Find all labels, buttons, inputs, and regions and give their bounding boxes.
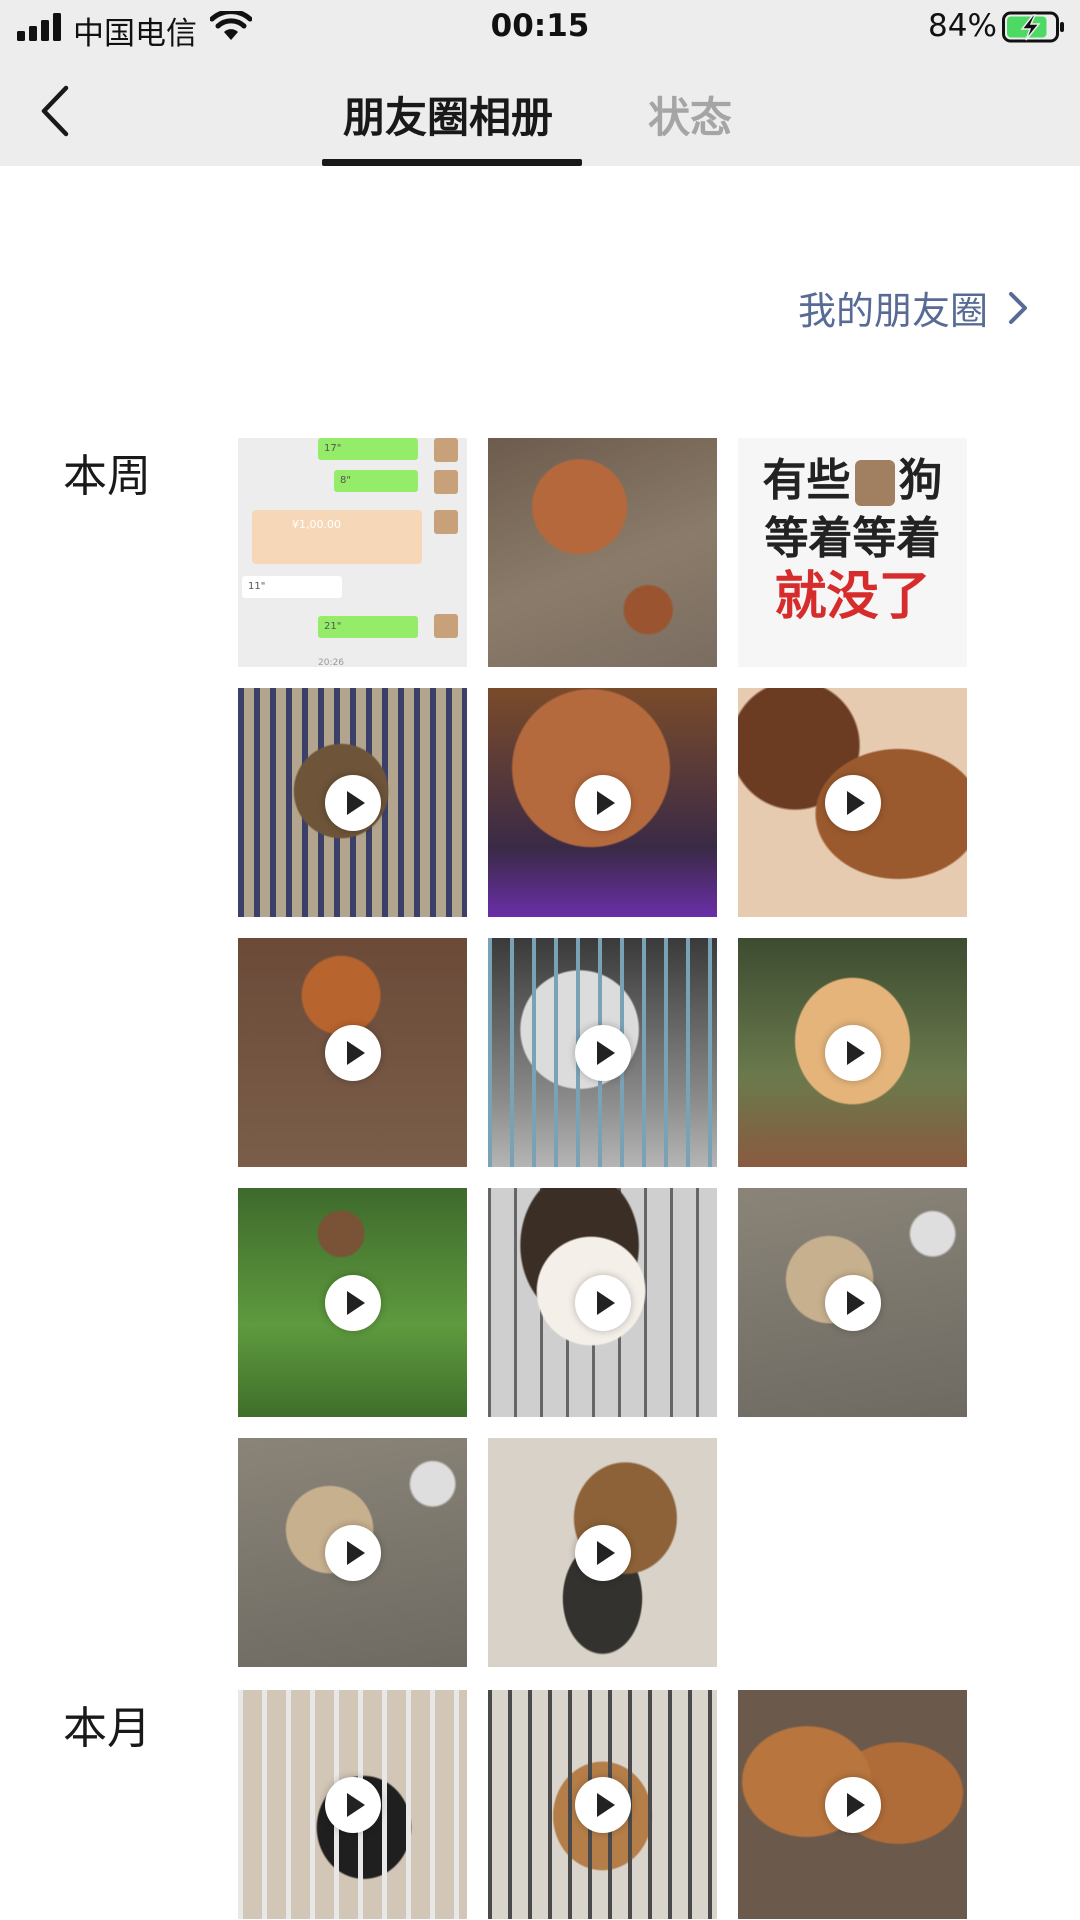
- chat-transfer-card: ¥1,00.00: [252, 510, 422, 564]
- play-icon: [574, 1274, 631, 1331]
- video-thumbnail[interactable]: [488, 938, 717, 1167]
- chat-avatar: [434, 438, 458, 462]
- play-icon: [574, 774, 631, 831]
- video-thumbnail[interactable]: [238, 688, 467, 917]
- navigation-bar: 朋友圈相册 状态: [0, 54, 1080, 166]
- video-thumbnail[interactable]: [488, 1690, 717, 1919]
- video-thumbnail[interactable]: [238, 938, 467, 1167]
- section-label-this-week: 本周: [63, 451, 151, 502]
- play-icon: [824, 774, 881, 831]
- photo-thumbnail[interactable]: [488, 438, 717, 667]
- photo-thumbnail[interactable]: 17" 8" ¥1,00.00 11" 21" 20:26: [238, 438, 467, 667]
- chat-avatar: [434, 614, 458, 638]
- play-icon: [574, 1776, 631, 1833]
- meme-line: 狗: [898, 455, 943, 506]
- play-icon: [824, 1274, 881, 1331]
- meme-line: 有些: [762, 455, 851, 506]
- boot-sticker: [854, 460, 895, 506]
- active-tab-indicator: [322, 159, 582, 166]
- play-icon: [324, 1024, 381, 1081]
- video-thumbnail[interactable]: [738, 938, 967, 1167]
- video-thumbnail[interactable]: [488, 688, 717, 917]
- play-icon: [824, 1024, 881, 1081]
- clock: 00:15: [490, 8, 590, 44]
- play-icon: [824, 1776, 881, 1833]
- play-icon: [324, 1776, 381, 1833]
- status-bar: 中国电信 00:15 84%: [0, 0, 1080, 54]
- section-label-this-month: 本月: [63, 1703, 151, 1754]
- chat-avatar: [434, 510, 458, 534]
- meme-text: 有些狗 等着等着 就没了: [738, 438, 967, 667]
- top-bar: 中国电信 00:15 84% 朋友圈相册 状态: [0, 0, 1080, 166]
- play-icon: [324, 1274, 381, 1331]
- play-icon: [574, 1524, 631, 1581]
- chat-bubble: 8": [334, 470, 418, 492]
- chevron-right-icon: [1009, 291, 1027, 324]
- video-thumbnail[interactable]: [238, 1188, 467, 1417]
- video-thumbnail[interactable]: [738, 688, 967, 917]
- my-moments-link[interactable]: 我的朋友圈: [798, 280, 1030, 335]
- chat-bubble: 17": [318, 438, 418, 460]
- chat-timestamp: 20:26: [318, 658, 344, 667]
- video-thumbnail[interactable]: [488, 1188, 717, 1417]
- meme-line: 就没了: [774, 567, 931, 627]
- meme-line: 等着等着: [764, 513, 941, 564]
- video-thumbnail[interactable]: [238, 1438, 467, 1667]
- back-arrow-icon[interactable]: [36, 84, 76, 138]
- tab-status[interactable]: 状态: [648, 84, 732, 145]
- battery-charging-icon: [1002, 11, 1064, 43]
- play-icon: [574, 1024, 631, 1081]
- video-thumbnail[interactable]: [738, 1188, 967, 1417]
- chat-transfer-amount: ¥1,00.00: [292, 518, 341, 531]
- tab-moments-album[interactable]: 朋友圈相册: [343, 84, 553, 145]
- video-thumbnail[interactable]: [738, 1690, 967, 1919]
- photo-thumbnail[interactable]: 有些狗 等着等着 就没了: [738, 438, 967, 667]
- video-thumbnail[interactable]: [238, 1690, 467, 1919]
- video-thumbnail[interactable]: [488, 1438, 717, 1667]
- play-icon: [324, 1524, 381, 1581]
- chat-avatar: [434, 470, 458, 494]
- play-icon: [324, 774, 381, 831]
- chat-bubble: 21": [318, 616, 418, 638]
- chat-bubble: 11": [242, 576, 342, 598]
- battery-percent: 84%: [928, 8, 997, 44]
- my-moments-label: 我的朋友圈: [797, 289, 988, 333]
